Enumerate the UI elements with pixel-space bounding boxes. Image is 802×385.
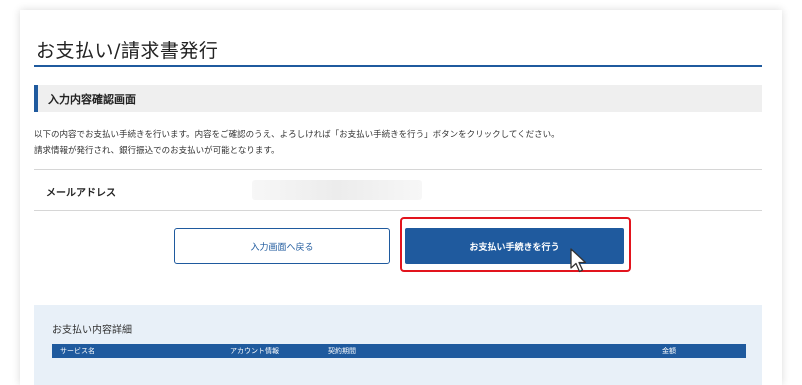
section-title: 入力内容確認画面 (48, 93, 136, 106)
column-header-amount: 金額 (662, 347, 676, 355)
back-to-input-button[interactable]: 入力画面へ戻る (174, 228, 390, 264)
description-line-1: 以下の内容でお支払い手続きを行います。内容をご確認のうえ、よろしければ「お支払い… (34, 130, 560, 140)
column-header-account: アカウント情報 (230, 347, 279, 355)
details-table-header: サービス名 アカウント情報 契約期間 金額 (52, 344, 746, 358)
mouse-cursor-icon (570, 248, 587, 273)
details-title: お支払い内容詳細 (52, 325, 132, 336)
column-header-service: サービス名 (60, 347, 95, 355)
email-label: メールアドレス (46, 188, 116, 199)
section-header: 入力内容確認画面 (34, 85, 762, 112)
column-header-period: 契約期間 (328, 347, 356, 355)
divider (34, 169, 762, 170)
confirmation-card: お支払い/請求書発行 入力内容確認画面 以下の内容でお支払い手続きを行います。内… (20, 10, 782, 385)
description-line-2: 請求情報が発行され、銀行振込でのお支払いが可能となります。 (34, 146, 280, 156)
title-divider (34, 65, 762, 67)
divider (34, 210, 762, 211)
proceed-payment-button[interactable]: お支払い手続きを行う (405, 228, 624, 264)
page-title: お支払い/請求書発行 (36, 40, 219, 62)
payment-details-panel: お支払い内容詳細 サービス名 アカウント情報 契約期間 金額 (34, 305, 762, 385)
email-value-redacted (252, 180, 422, 200)
